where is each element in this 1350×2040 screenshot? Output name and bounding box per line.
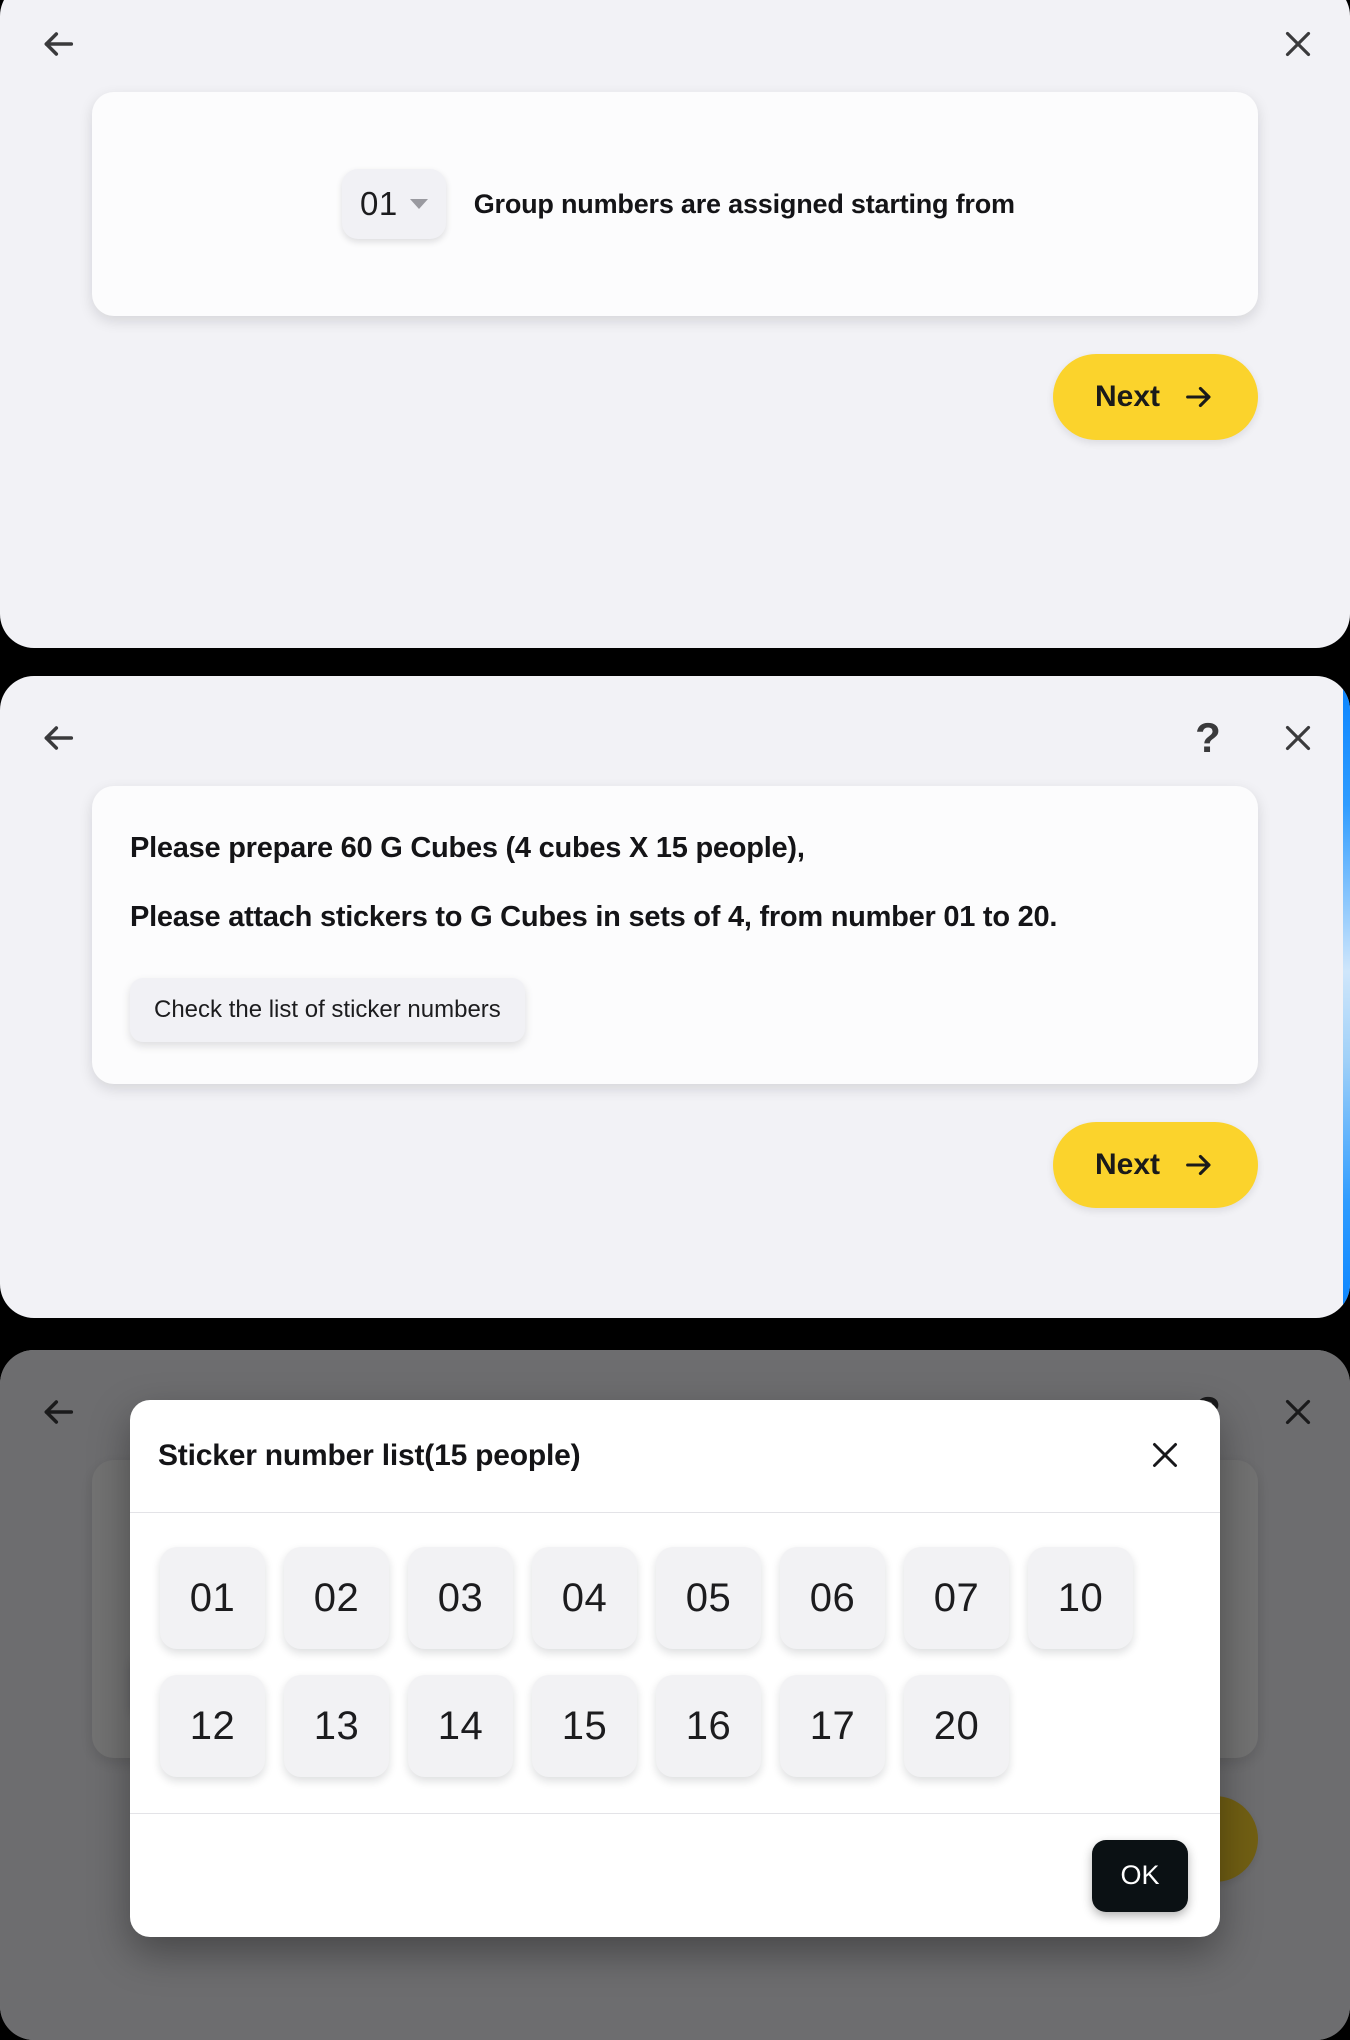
sticker-number-chip[interactable]: 03 <box>408 1547 513 1649</box>
sticker-number-chip[interactable]: 01 <box>160 1547 265 1649</box>
next-button[interactable]: Next <box>1052 1122 1258 1208</box>
group-number-select[interactable]: 01 <box>342 169 446 239</box>
sticker-number-chip[interactable]: 14 <box>408 1675 513 1777</box>
group-number-value: 01 <box>360 185 398 222</box>
panel-group-setup: 01 Group numbers are assigned starting f… <box>0 0 1350 648</box>
close-button[interactable] <box>1268 708 1328 768</box>
sticker-number-chip[interactable]: 15 <box>532 1675 637 1777</box>
screenshot-stage: 01 Group numbers are assigned starting f… <box>0 0 1350 2040</box>
sticker-number-chip[interactable]: 16 <box>656 1675 761 1777</box>
back-button[interactable] <box>28 708 88 768</box>
chevron-down-icon <box>409 199 428 209</box>
sticker-number-chip[interactable]: 07 <box>904 1547 1009 1649</box>
question-mark-icon: ? <box>1195 714 1221 761</box>
arrow-right-icon <box>1186 386 1211 408</box>
modal-header: Sticker number list(15 people) <box>130 1400 1220 1513</box>
sticker-number-list-modal: Sticker number list(15 people) 01 02 03 04 0… <box>130 1400 1220 1937</box>
panel-2-next-row: Next <box>92 1122 1258 1208</box>
instruction-line-2: Please attach stickers to G Cubes in set… <box>130 901 1058 933</box>
close-button[interactable] <box>1268 14 1328 74</box>
sticker-number-chip[interactable]: 05 <box>656 1547 761 1649</box>
sticker-number-chip[interactable]: 06 <box>780 1547 885 1649</box>
arrow-left-icon <box>44 726 74 750</box>
prepare-cubes-card: Please prepare 60 G Cubes (4 cubes X 15 … <box>92 786 1258 1084</box>
sticker-number-chip[interactable]: 13 <box>284 1675 389 1777</box>
panel-1-topbar <box>0 0 1350 92</box>
sticker-number-chip[interactable]: 12 <box>160 1675 265 1777</box>
next-button[interactable]: Next <box>1052 354 1258 440</box>
group-setup-card: 01 Group numbers are assigned starting f… <box>92 92 1258 316</box>
modal-title: Sticker number list(15 people) <box>158 1439 581 1472</box>
panel-sticker-list: ? Please prepare 60 G Cubes (4 cubes X 1… <box>0 1350 1350 2040</box>
next-button-label: Next <box>1094 380 1160 413</box>
group-number-label: Group numbers are assigned starting from <box>473 188 1015 219</box>
sticker-number-chip[interactable]: 20 <box>904 1675 1009 1777</box>
close-icon <box>1285 31 1311 57</box>
next-button-label: Next <box>1094 1148 1160 1181</box>
check-sticker-list-button[interactable]: Check the list of sticker numbers <box>130 978 525 1042</box>
arrow-left-icon <box>44 32 74 56</box>
panel-2-topbar: ? <box>0 676 1350 786</box>
modal-close-button[interactable] <box>1136 1426 1194 1484</box>
sticker-number-chip[interactable]: 10 <box>1028 1547 1133 1649</box>
arrow-right-icon <box>1186 1154 1211 1176</box>
sticker-number-chip[interactable]: 17 <box>780 1675 885 1777</box>
back-button[interactable] <box>28 14 88 74</box>
sticker-number-chip[interactable]: 02 <box>284 1547 389 1649</box>
ok-button[interactable]: OK <box>1092 1839 1188 1912</box>
sticker-number-chip[interactable]: 04 <box>532 1547 637 1649</box>
sticker-number-row: 01 02 03 04 05 06 07 10 <box>160 1547 1190 1649</box>
modal-footer: OK <box>130 1813 1220 1937</box>
panel-prepare-cubes: ? Please prepare 60 G Cubes (4 cubes X 1… <box>0 676 1350 1318</box>
sticker-number-grid: 01 02 03 04 05 06 07 10 12 13 14 15 16 17 20 <box>130 1513 1220 1813</box>
sticker-number-row: 12 13 14 15 16 17 20 <box>160 1675 1190 1777</box>
help-button[interactable]: ? <box>1178 708 1238 768</box>
panel-1-next-row: Next <box>92 354 1258 440</box>
close-icon <box>1285 725 1311 751</box>
close-icon <box>1153 1443 1177 1467</box>
instruction-line-1: Please prepare 60 G Cubes (4 cubes X 15 … <box>130 832 805 864</box>
